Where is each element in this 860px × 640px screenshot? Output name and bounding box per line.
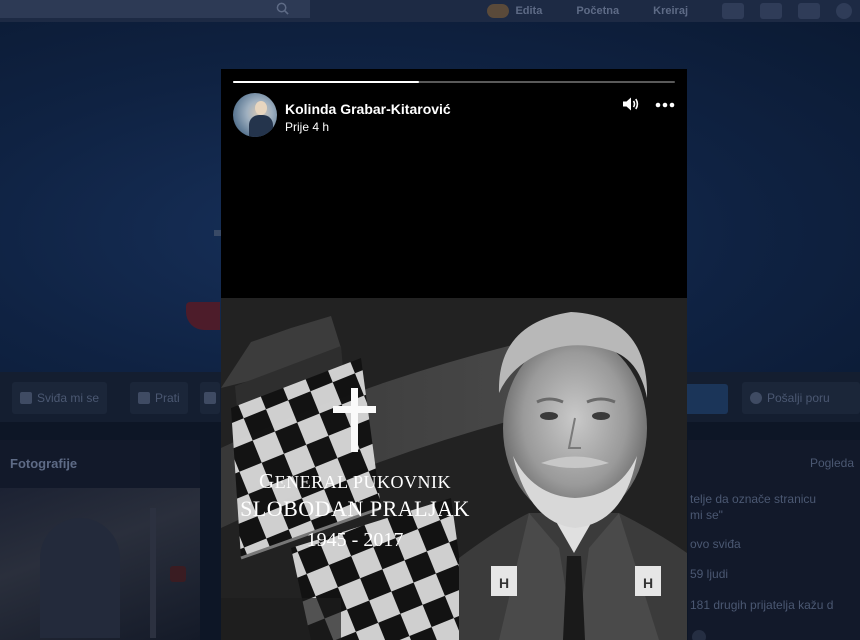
memorial-rank: GENERAL PUKOVNIK <box>221 469 489 494</box>
avatar-head <box>255 101 267 115</box>
memorial-years: 1945 - 2017 <box>306 529 404 551</box>
thumbs-up-icon <box>20 392 32 404</box>
svg-text:H: H <box>643 575 653 591</box>
like-page-button[interactable]: Sviđa mi se <box>12 382 108 414</box>
memorial-rank-rest: ENERAL PUKOVNIK <box>274 472 451 492</box>
friends-icon[interactable] <box>722 3 744 19</box>
photos-section-title[interactable]: Fotografije <box>10 456 77 471</box>
follow-page-button[interactable]: Prati <box>130 382 188 414</box>
friend-avatar-icon <box>692 630 706 640</box>
messenger-icon[interactable] <box>760 3 782 19</box>
photo-figure <box>40 518 120 638</box>
memorial-image: H H GENERAL PUKOVNIK SLOBODAN PRALJAK 19… <box>221 298 687 640</box>
friends-like-text: 181 drugih prijatelja kažu d <box>690 598 834 612</box>
avatar-body <box>249 115 273 137</box>
nav-home-link[interactable]: Početna <box>576 5 619 17</box>
photo-thumbnail[interactable] <box>0 488 200 640</box>
search-icon[interactable] <box>276 2 289 15</box>
share-icon <box>204 392 216 404</box>
cross-icon <box>333 388 377 458</box>
top-navigation-bar: Edita Početna Kreiraj <box>0 0 860 22</box>
memorial-name: SLOBODAN PRALJAK <box>240 496 470 521</box>
author-avatar[interactable] <box>233 93 277 137</box>
top-nav-right: Edita Početna Kreiraj <box>487 0 860 22</box>
story-timestamp: Prije 4 h <box>285 120 330 134</box>
send-message-label: Pošalji poru <box>767 391 830 405</box>
search-input[interactable] <box>0 0 310 18</box>
messenger-icon <box>750 392 762 404</box>
likes-count-text: ovo sviđa <box>690 537 741 551</box>
send-message-button[interactable]: Pošalji poru <box>742 382 860 414</box>
nav-create-link[interactable]: Kreiraj <box>653 5 688 17</box>
photo-pole <box>150 508 156 638</box>
like-page-label: Sviđa mi se <box>37 391 100 405</box>
story-viewer[interactable]: Kolinda Grabar-Kitarović Prije 4 h H H G… <box>221 69 687 640</box>
follow-page-label: Prati <box>155 391 180 405</box>
memorial-rank-initial: G <box>259 469 275 493</box>
share-page-button[interactable] <box>200 382 220 414</box>
general-portrait: H H <box>459 312 687 640</box>
story-progress-bar <box>233 81 675 83</box>
story-author-name[interactable]: Kolinda Grabar-Kitarović <box>285 101 451 117</box>
see-all-link[interactable]: Pogleda <box>810 456 854 470</box>
nav-profile-link[interactable]: Edita <box>515 5 542 17</box>
speaker-icon[interactable] <box>622 96 640 112</box>
cover-flag-detail <box>186 302 220 330</box>
story-progress-fill <box>233 81 419 83</box>
photo-detail <box>170 566 186 582</box>
more-options-icon[interactable] <box>655 102 675 108</box>
svg-text:H: H <box>499 575 509 591</box>
invite-friends-text-2: mi se" <box>690 508 723 522</box>
invite-friends-text[interactable]: telje da označe stranicu <box>690 492 816 506</box>
user-avatar[interactable] <box>487 4 510 18</box>
people-count-text: 59 ljudi <box>690 567 729 581</box>
rss-icon <box>138 392 150 404</box>
help-icon[interactable] <box>836 3 852 19</box>
notifications-icon[interactable] <box>798 3 820 19</box>
